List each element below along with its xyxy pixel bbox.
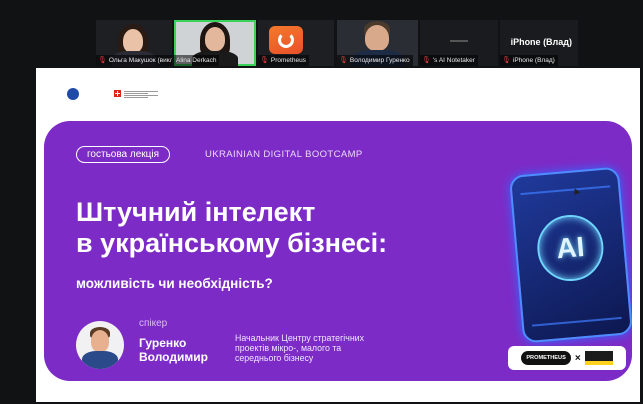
program-name: UKRAINIAN DIGITAL BOOTCAMP: [205, 149, 363, 160]
speaker-name: Гуренко Володимир: [139, 336, 208, 364]
participant-tile-active[interactable]: Alina Derkach: [174, 20, 256, 66]
speaker-photo: [76, 321, 124, 369]
mic-muted-icon: 🎙: [339, 57, 348, 64]
partner-separator: ×: [574, 352, 581, 364]
slide-subtitle: можливість чи необхідність?: [76, 276, 273, 291]
participant-display-name: iPhone (Влад): [510, 37, 572, 47]
meeting-window: 🎙 Ольга Макушок (викл... Alina Derkach 🎙…: [0, 0, 643, 404]
partner-logo-icon: [584, 351, 613, 365]
swiss-confederation-logo: [114, 90, 158, 98]
speaker-role: Начальник Центру стратегічних проектів м…: [235, 333, 364, 363]
ebrd-logo: [56, 88, 90, 101]
participant-tile[interactable]: 🎙 Володимир Гуренко: [337, 20, 418, 66]
lecture-banner: гостьова лекція UKRAINIAN DIGITAL BOOTCA…: [44, 121, 632, 381]
mic-muted-icon: 🎙: [98, 57, 107, 64]
participant-strip: 🎙 Ольга Макушок (викл... Alina Derkach 🎙…: [0, 0, 643, 68]
partner-logos: PROMETHEUS ×: [508, 346, 626, 370]
mic-muted-icon: 🎙: [502, 57, 511, 64]
participant-name: Alina Derkach: [174, 55, 220, 66]
participant-name: 🎙 Володимир Гуренко: [337, 55, 413, 66]
participant-tile[interactable]: 🎙 's AI Notetaker: [420, 20, 498, 66]
swiss-flag-icon: [114, 90, 121, 97]
speaker-label: спікер: [139, 318, 168, 329]
participant-tile[interactable]: iPhone (Влад) 🎙 iPhone (Влад): [500, 20, 578, 66]
ebrd-logo-icon: [67, 88, 79, 100]
participant-tile[interactable]: 🎙 Prometheus: [258, 20, 334, 66]
participant-name: 🎙 Ольга Макушок (викл...: [96, 55, 172, 66]
ai-chip-icon: AI: [508, 166, 632, 344]
participant-tile[interactable]: 🎙 Ольга Макушок (викл...: [96, 20, 172, 66]
mic-muted-icon: 🎙: [422, 57, 431, 64]
participant-name: 🎙 Prometheus: [258, 55, 309, 66]
prometheus-logo-icon: [269, 26, 303, 54]
prometheus-logo: PROMETHEUS: [521, 351, 571, 365]
mic-muted-icon: 🎙: [260, 57, 269, 64]
notetaker-logo-icon: [450, 40, 468, 42]
lecture-tag: гостьова лекція: [76, 146, 171, 163]
slide-title: Штучний інтелект в українському бізнесі:: [76, 197, 388, 258]
participant-name: 🎙 's AI Notetaker: [420, 55, 478, 66]
participant-name: 🎙 iPhone (Влад): [500, 55, 558, 66]
shared-screen-slide: гостьова лекція UKRAINIAN DIGITAL BOOTCA…: [36, 68, 640, 402]
